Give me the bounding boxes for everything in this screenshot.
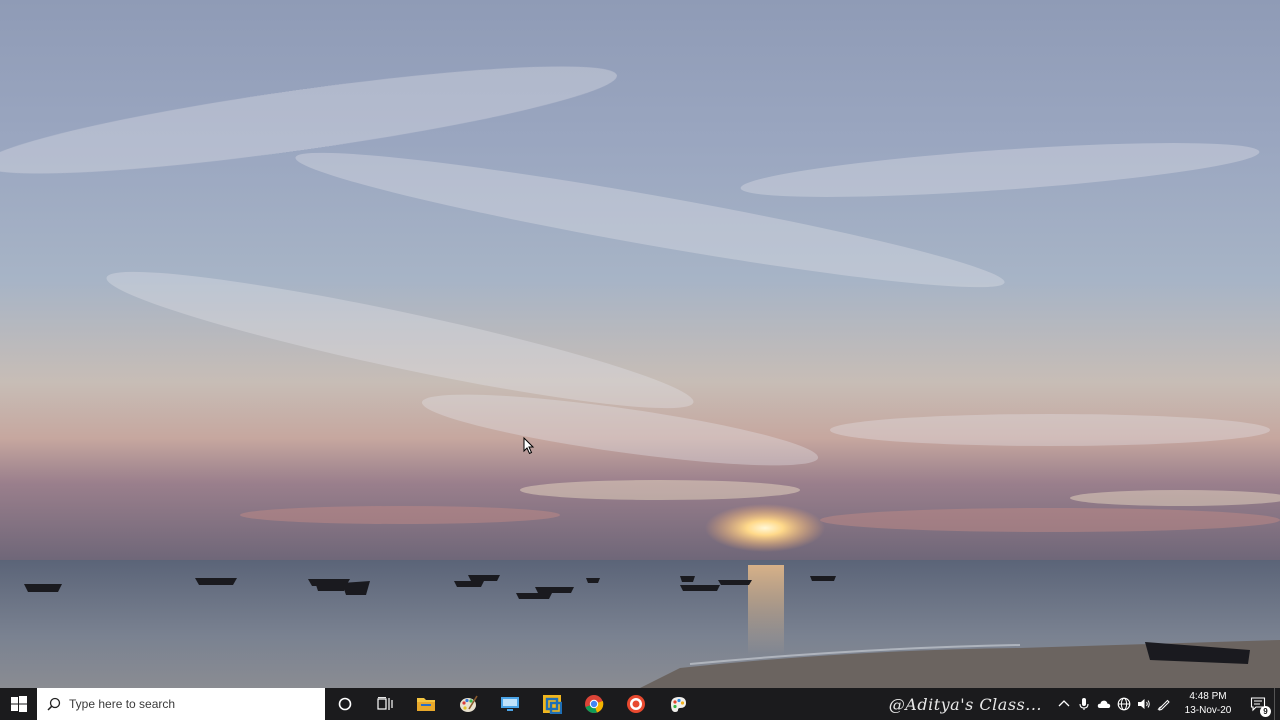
- chrome-icon: [585, 695, 604, 714]
- speaker-icon: [1138, 699, 1150, 709]
- start-button[interactable]: [0, 688, 37, 720]
- action-center-button[interactable]: 9: [1242, 688, 1274, 720]
- paint3d-icon: [671, 697, 686, 712]
- folder-icon: [417, 698, 435, 711]
- clock-date: 13-Nov-20: [1184, 705, 1232, 716]
- globe-icon: [1117, 697, 1131, 711]
- palette-icon: [460, 695, 478, 712]
- cloud-icon: [1097, 700, 1111, 708]
- remote-desktop-button[interactable]: [489, 688, 531, 720]
- chrome-button[interactable]: [573, 688, 615, 720]
- cortana-button[interactable]: [325, 688, 365, 720]
- microphone-button[interactable]: [1074, 688, 1094, 720]
- pen-icon: [1157, 699, 1170, 711]
- desktop-wallpaper: [0, 0, 1280, 688]
- monitor-icon: [501, 697, 519, 711]
- paint-button[interactable]: [447, 688, 489, 720]
- search-input[interactable]: [69, 694, 309, 714]
- pen-workspace-button[interactable]: [1154, 688, 1174, 720]
- search-box[interactable]: [37, 688, 325, 720]
- task-view-button[interactable]: [365, 688, 405, 720]
- square-app-icon: [543, 695, 562, 714]
- onedrive-button[interactable]: [1094, 688, 1114, 720]
- app-yellow-button[interactable]: [531, 688, 573, 720]
- watermark-text: @Aditya's Class...: [888, 694, 1042, 714]
- paint-3d-button[interactable]: [657, 688, 699, 720]
- show-desktop-button[interactable]: [1274, 688, 1280, 720]
- notification-count-badge: 9: [1260, 706, 1271, 717]
- network-button[interactable]: [1114, 688, 1134, 720]
- taskbar: @Aditya's Class...: [0, 688, 1280, 720]
- clock-time: 4:48 PM: [1189, 691, 1227, 702]
- mouse-cursor-icon: [523, 437, 535, 455]
- clock[interactable]: 4:48 PM 13-Nov-20: [1174, 688, 1242, 720]
- show-hidden-icons-button[interactable]: [1054, 688, 1074, 720]
- record-icon: [627, 695, 645, 713]
- circle-icon: [338, 697, 352, 711]
- recorder-button[interactable]: [615, 688, 657, 720]
- file-explorer-button[interactable]: [405, 688, 447, 720]
- chevron-up-icon: [1058, 700, 1070, 707]
- windows-logo-icon: [10, 696, 27, 712]
- microphone-icon: [1079, 698, 1089, 710]
- volume-button[interactable]: [1134, 688, 1154, 720]
- search-icon: [47, 697, 61, 711]
- sunset-seascape-image: [0, 0, 1280, 688]
- task-view-icon: [377, 697, 393, 710]
